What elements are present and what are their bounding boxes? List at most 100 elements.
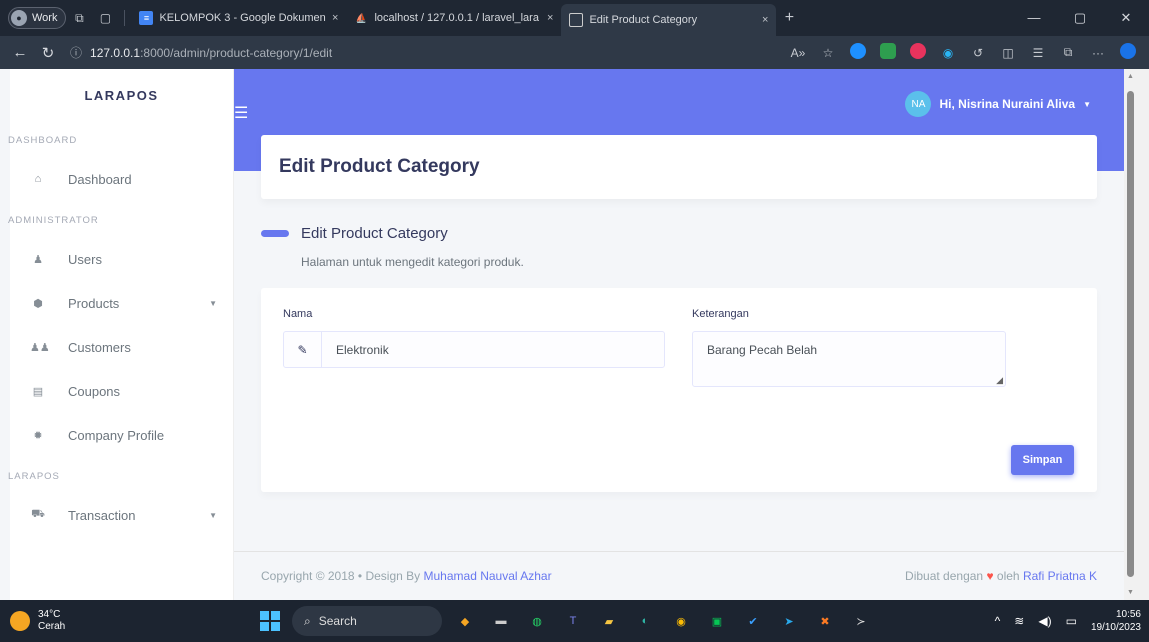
task-view-icon[interactable]: ▬ bbox=[488, 608, 514, 634]
page-title: Edit Product Category bbox=[279, 156, 480, 177]
sidebar-item-label: Customers bbox=[68, 339, 131, 355]
extension-blue-icon[interactable] bbox=[843, 43, 873, 62]
sidebar-item-label: Dashboard bbox=[68, 171, 132, 187]
search-placeholder: Search bbox=[318, 614, 357, 628]
scroll-up-icon[interactable]: ▲ bbox=[1127, 73, 1134, 80]
nama-input[interactable]: Elektronik bbox=[322, 332, 664, 367]
split-screen-icon[interactable]: ◫ bbox=[993, 46, 1023, 60]
sidebar-item-label: Coupons bbox=[68, 383, 121, 399]
tab-close-icon[interactable]: × bbox=[762, 14, 768, 26]
weather-text: 34°C Cerah bbox=[38, 609, 65, 633]
scrollbar-thumb[interactable] bbox=[1127, 91, 1134, 577]
section-title-bar bbox=[261, 230, 289, 237]
close-window-icon[interactable]: ✕ bbox=[1103, 10, 1149, 26]
teams-icon[interactable]: T bbox=[560, 608, 586, 634]
main-content: ☰ NA Hi, Nisrina Nuraini Aliva ▼ Edit Pr… bbox=[234, 69, 1124, 600]
sidebar-item-coupons[interactable]: ▤ Coupons bbox=[10, 369, 233, 413]
sidebar-brand[interactable]: LARAPOS bbox=[10, 69, 233, 121]
whatsapp-icon[interactable]: ◍ bbox=[524, 608, 550, 634]
keterangan-textarea[interactable]: Barang Pecah Belah ◢ bbox=[692, 331, 1006, 387]
battery-icon[interactable]: ▭ bbox=[1066, 614, 1077, 628]
search-icon: ⌕ bbox=[304, 613, 311, 628]
workspaces-icon[interactable]: ⧉ bbox=[66, 11, 92, 26]
user-dropdown[interactable]: NA Hi, Nisrina Nuraini Aliva ▼ bbox=[905, 91, 1091, 117]
maximize-icon[interactable]: ▢ bbox=[1057, 10, 1103, 26]
minimize-icon[interactable]: — bbox=[1011, 10, 1057, 26]
keterangan-label: Keterangan bbox=[692, 308, 749, 320]
read-aloud-icon[interactable]: A» bbox=[783, 46, 813, 60]
info-icon[interactable]: ⓘ bbox=[70, 44, 82, 61]
section-title-text: Edit Product Category bbox=[301, 225, 448, 242]
keterangan-value: Barang Pecah Belah bbox=[707, 343, 818, 357]
vscode-check-icon[interactable]: ✔ bbox=[740, 608, 766, 634]
terminal-icon[interactable]: ≻ bbox=[848, 608, 874, 634]
designer-link[interactable]: Muhamad Nauval Azhar bbox=[424, 569, 552, 583]
section-header: Edit Product Category bbox=[261, 135, 1097, 199]
tab-close-icon[interactable]: × bbox=[547, 12, 553, 24]
chrome-icon[interactable]: ◉ bbox=[668, 608, 694, 634]
windows-start-icon[interactable] bbox=[260, 611, 280, 631]
tab-google-docs[interactable]: ≡ KELOMPOK 3 - Google Dokumen × bbox=[131, 4, 346, 32]
url-field[interactable]: ⓘ 127.0.0.1:8000/admin/product-category/… bbox=[70, 44, 690, 61]
sidebar-item-customers[interactable]: ♟♟ Customers bbox=[10, 325, 233, 369]
hamburger-menu-icon[interactable]: ☰ bbox=[234, 103, 256, 123]
scroll-down-icon[interactable]: ▼ bbox=[1127, 589, 1134, 596]
collections-icon[interactable]: ⧉ bbox=[1053, 45, 1083, 60]
page-scrollbar[interactable]: ▲ ▼ bbox=[1124, 69, 1149, 600]
sidebar-item-dashboard[interactable]: ⌂ Dashboard bbox=[10, 157, 233, 201]
xampp-icon[interactable]: ✖ bbox=[812, 608, 838, 634]
tab-phpmyadmin[interactable]: ⛵ localhost / 127.0.0.1 / laravel_lara × bbox=[346, 4, 561, 32]
tab-title: Edit Product Category bbox=[589, 14, 698, 26]
favorite-star-icon[interactable]: ☆ bbox=[813, 46, 843, 60]
profile-button[interactable]: ● Work bbox=[8, 7, 67, 29]
by-text: oleh bbox=[996, 569, 1020, 583]
profile-name: Work bbox=[32, 12, 58, 24]
sidebar-item-products[interactable]: ⬢ Products ▼ bbox=[10, 281, 233, 325]
volume-icon[interactable]: ◀) bbox=[1038, 614, 1051, 628]
new-tab-button[interactable]: + bbox=[776, 9, 802, 27]
tab-close-icon[interactable]: × bbox=[332, 12, 338, 24]
author-link[interactable]: Rafi Priatna K bbox=[1023, 569, 1097, 583]
tab-edit-product-category[interactable]: Edit Product Category × bbox=[561, 4, 777, 36]
address-bar: ← ↻ ⓘ 127.0.0.1:8000/admin/product-categ… bbox=[0, 36, 1149, 69]
clock[interactable]: 10:56 19/10/2023 bbox=[1091, 608, 1141, 634]
taskbar-search[interactable]: ⌕ Search bbox=[292, 606, 442, 636]
save-button[interactable]: Simpan bbox=[1011, 445, 1074, 475]
sidebar-item-company-profile[interactable]: ✹ Company Profile bbox=[10, 413, 233, 457]
favorites-icon[interactable]: ☰ bbox=[1023, 46, 1053, 60]
telegram-icon[interactable]: ➤ bbox=[776, 608, 802, 634]
url-text: 127.0.0.1:8000/admin/product-category/1/… bbox=[90, 45, 333, 60]
file-explorer-icon[interactable]: ▰ bbox=[596, 608, 622, 634]
page-favicon-icon bbox=[569, 13, 584, 27]
design-by-text: Design By bbox=[365, 569, 421, 583]
copilot-icon[interactable] bbox=[1113, 43, 1143, 62]
nama-input-group: ✎ Elektronik bbox=[283, 331, 665, 368]
weather-widget[interactable]: 34°C Cerah bbox=[10, 609, 210, 633]
made-with-text: Dibuat dengan bbox=[905, 569, 984, 583]
resize-handle-icon[interactable]: ◢ bbox=[996, 375, 1003, 386]
wifi-icon[interactable]: ≋ bbox=[1014, 614, 1024, 628]
tab-title: localhost / 127.0.0.1 / laravel_lara bbox=[374, 12, 539, 24]
chevron-down-icon: ▼ bbox=[209, 298, 217, 308]
sidebar-item-transaction[interactable]: ⛟ Transaction ▼ bbox=[10, 493, 233, 537]
extension-eye-icon[interactable]: ◉ bbox=[933, 46, 963, 60]
browser-tab-bar: ● Work ⧉ ▢ ≡ KELOMPOK 3 - Google Dokumen… bbox=[0, 0, 1149, 36]
system-tray: ^ ≋ ◀) ▭ 10:56 19/10/2023 bbox=[995, 608, 1141, 634]
back-icon[interactable]: ← bbox=[6, 44, 34, 61]
chevron-up-icon[interactable]: ^ bbox=[995, 614, 1001, 628]
sidebar-item-users[interactable]: ♟ Users bbox=[10, 237, 233, 281]
users-icon: ♟♟ bbox=[30, 341, 50, 354]
edge-icon[interactable]: ◐ bbox=[632, 608, 658, 634]
nama-label: Nama bbox=[283, 308, 313, 320]
widgets-icon[interactable]: ◆ bbox=[452, 608, 478, 634]
more-menu-icon[interactable]: ··· bbox=[1083, 46, 1113, 60]
extension-red-icon[interactable] bbox=[903, 43, 933, 62]
window-controls: — ▢ ✕ bbox=[1011, 10, 1149, 26]
tab-actions-icon[interactable]: ▢ bbox=[92, 11, 118, 25]
copyright-text: Copyright © 2018 bbox=[261, 569, 355, 583]
clock-date: 19/10/2023 bbox=[1090, 622, 1141, 633]
line-icon[interactable]: ▣ bbox=[704, 608, 730, 634]
extension-green-icon[interactable] bbox=[873, 43, 903, 62]
refresh-icon[interactable]: ↻ bbox=[34, 44, 62, 62]
extension-refresh-icon[interactable]: ↺ bbox=[963, 46, 993, 60]
